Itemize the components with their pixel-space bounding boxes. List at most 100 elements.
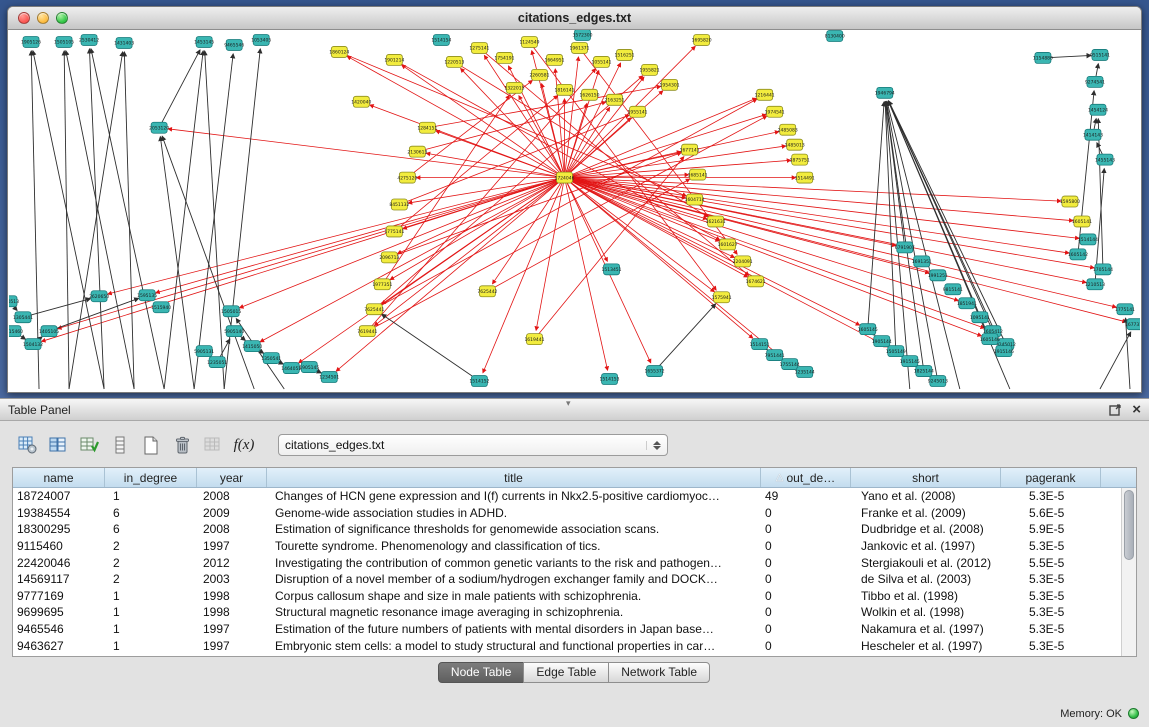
import-table-icon[interactable] [202, 434, 224, 456]
graph-node[interactable]: 1604714 [685, 194, 705, 205]
graph-node[interactable]: 1405105 [39, 326, 59, 337]
graph-node[interactable]: 2130613 [407, 146, 427, 157]
graph-node[interactable]: 9115460 [9, 326, 23, 337]
graph-node[interactable]: 1685141 [688, 169, 708, 180]
graph-node[interactable]: 1514153 [600, 374, 620, 385]
graph-node[interactable]: 1705144 [1093, 264, 1113, 275]
graph-node[interactable]: 1595800 [1060, 196, 1080, 207]
graph-node[interactable]: 1677141 [680, 144, 700, 155]
graph-node[interactable]: 1860124 [329, 46, 349, 57]
graph-node[interactable]: 1504132 [23, 339, 43, 350]
graph-node[interactable]: 1901214 [384, 54, 404, 65]
graph-node[interactable]: 1220513 [444, 56, 464, 67]
graph-node[interactable]: 1851941 [957, 298, 977, 309]
graph-node[interactable]: 1961371 [569, 42, 589, 53]
graph-node[interactable]: 1235144 [795, 367, 815, 378]
graph-node[interactable]: 1514154 [431, 34, 451, 45]
graph-node[interactable]: 1516251 [615, 49, 635, 60]
graph-node[interactable]: 1505149 [886, 346, 906, 357]
table-row[interactable]: 1872400712008Changes of HCN gene express… [13, 488, 1121, 505]
graph-node[interactable]: 3572300 [572, 30, 592, 40]
graph-node[interactable]: 8451132 [389, 199, 409, 210]
tab-node-table[interactable]: Node Table [438, 662, 525, 683]
graph-node[interactable]: 1724046 [554, 172, 574, 183]
row-tools-icon[interactable] [109, 434, 131, 456]
graph-node[interactable]: 1305441 [13, 312, 33, 323]
network-window-titlebar[interactable]: citations_edges.txt [8, 7, 1141, 30]
graph-node[interactable]: 1210513 [1085, 279, 1105, 290]
table-row[interactable]: 977716911998Corpus callosum shape and si… [13, 588, 1121, 605]
graph-node[interactable]: 1775141 [384, 226, 404, 237]
table-row[interactable]: 911546021997Tourette syndrome. Phenomeno… [13, 538, 1121, 555]
tab-edge-table[interactable]: Edge Table [523, 662, 609, 683]
graph-node[interactable]: 9815141 [943, 284, 963, 295]
graph-node[interactable]: 5905131 [194, 346, 214, 357]
table-row[interactable]: 2242004622012Investigating the contribut… [13, 554, 1121, 571]
graph-node[interactable]: 8130400 [825, 30, 845, 41]
graph-node[interactable]: 1310513 [9, 296, 19, 307]
graph-node[interactable]: 7625441 [364, 304, 384, 315]
graph-node[interactable]: 1095141 [970, 312, 990, 323]
graph-node[interactable]: 5905140 [224, 326, 244, 337]
graph-node[interactable]: 2260581 [529, 69, 549, 80]
graph-node[interactable]: 1431403 [114, 37, 134, 48]
graph-node[interactable]: 1605145 [858, 324, 878, 335]
graph-node[interactable]: 1955821 [640, 64, 660, 75]
table-row[interactable]: 1456911722003Disruption of a novel membe… [13, 571, 1121, 588]
graph-node[interactable]: 9245013 [928, 376, 948, 387]
delete-table-icon[interactable] [171, 434, 193, 456]
graph-node[interactable]: 1664951 [544, 54, 564, 65]
column-header-title[interactable]: title [267, 468, 761, 487]
tab-network-table[interactable]: Network Table [608, 662, 710, 683]
column-header-short[interactable]: short [851, 468, 1001, 487]
graph-node[interactable]: 1514151 [750, 339, 770, 350]
network-graph[interactable]: 1724046190512615051052530412143140314531… [9, 30, 1140, 391]
graph-node[interactable]: 2163251 [605, 94, 625, 105]
graph-node[interactable]: 1905144 [872, 336, 892, 347]
graph-node[interactable]: 1974541 [765, 106, 785, 117]
table-mode-icon[interactable] [16, 434, 38, 456]
graph-node[interactable]: 2485083 [778, 124, 798, 135]
table-row[interactable]: 946362711997Embryonic stem cells: a mode… [13, 637, 1121, 654]
close-panel-icon[interactable]: × [1132, 403, 1141, 417]
zoom-window-button[interactable] [56, 12, 68, 24]
graph-node[interactable]: 1754191 [494, 52, 514, 63]
graph-node[interactable]: 1235051 [207, 357, 227, 368]
graph-node[interactable]: 1514144 [1078, 234, 1098, 245]
graph-node[interactable]: 1575941 [712, 292, 732, 303]
table-row[interactable]: 969969511998Structural magnetic resonanc… [13, 604, 1121, 621]
column-header-name[interactable]: name [13, 468, 105, 487]
panel-splitter-handle[interactable]: ▾ [566, 398, 571, 409]
create-column-icon[interactable] [78, 434, 100, 456]
graph-node[interactable]: 1595135 [137, 290, 157, 301]
graph-node[interactable]: 1154880 [1033, 52, 1053, 63]
graph-node[interactable]: 1695820 [692, 34, 712, 45]
graph-node[interactable]: 1514491 [795, 172, 815, 183]
graph-node[interactable]: 1605141 [1072, 216, 1092, 227]
graph-node[interactable]: 9274541 [1085, 76, 1105, 87]
graph-node[interactable]: 1322013 [504, 82, 524, 93]
graph-node[interactable]: 7619441 [357, 326, 377, 337]
graph-node[interactable]: 1655372 [645, 366, 665, 377]
graph-node[interactable]: 1674621 [746, 276, 766, 287]
graph-node[interactable]: 1977351 [372, 279, 392, 290]
graph-node[interactable]: 1691351 [912, 256, 932, 267]
graph-node[interactable]: 1677312 [1125, 319, 1140, 330]
graph-node[interactable]: 1955141 [628, 106, 648, 117]
table-selector-dropdown[interactable]: citations_edges.txt [278, 434, 668, 456]
graph-node[interactable]: 1619441 [524, 334, 544, 345]
new-table-icon[interactable] [140, 434, 162, 456]
graph-node[interactable]: 1954301 [660, 79, 680, 90]
graph-node[interactable]: 1816141 [554, 84, 574, 95]
column-visibility-icon[interactable] [47, 434, 69, 456]
graph-node[interactable]: 1605142 [1068, 249, 1088, 260]
graph-node[interactable]: 2620650 [89, 291, 109, 302]
graph-node[interactable]: 1621631 [706, 216, 726, 227]
graph-node[interactable]: 1775141 [1115, 304, 1135, 315]
graph-node[interactable]: 1420040 [351, 96, 371, 107]
table-vertical-scrollbar[interactable] [1121, 488, 1136, 656]
graph-node[interactable]: 1875751 [790, 154, 810, 165]
close-window-button[interactable] [18, 12, 30, 24]
graph-node[interactable]: 1946794 [875, 87, 895, 98]
column-header-out_de[interactable]: △out_de… [761, 468, 851, 487]
